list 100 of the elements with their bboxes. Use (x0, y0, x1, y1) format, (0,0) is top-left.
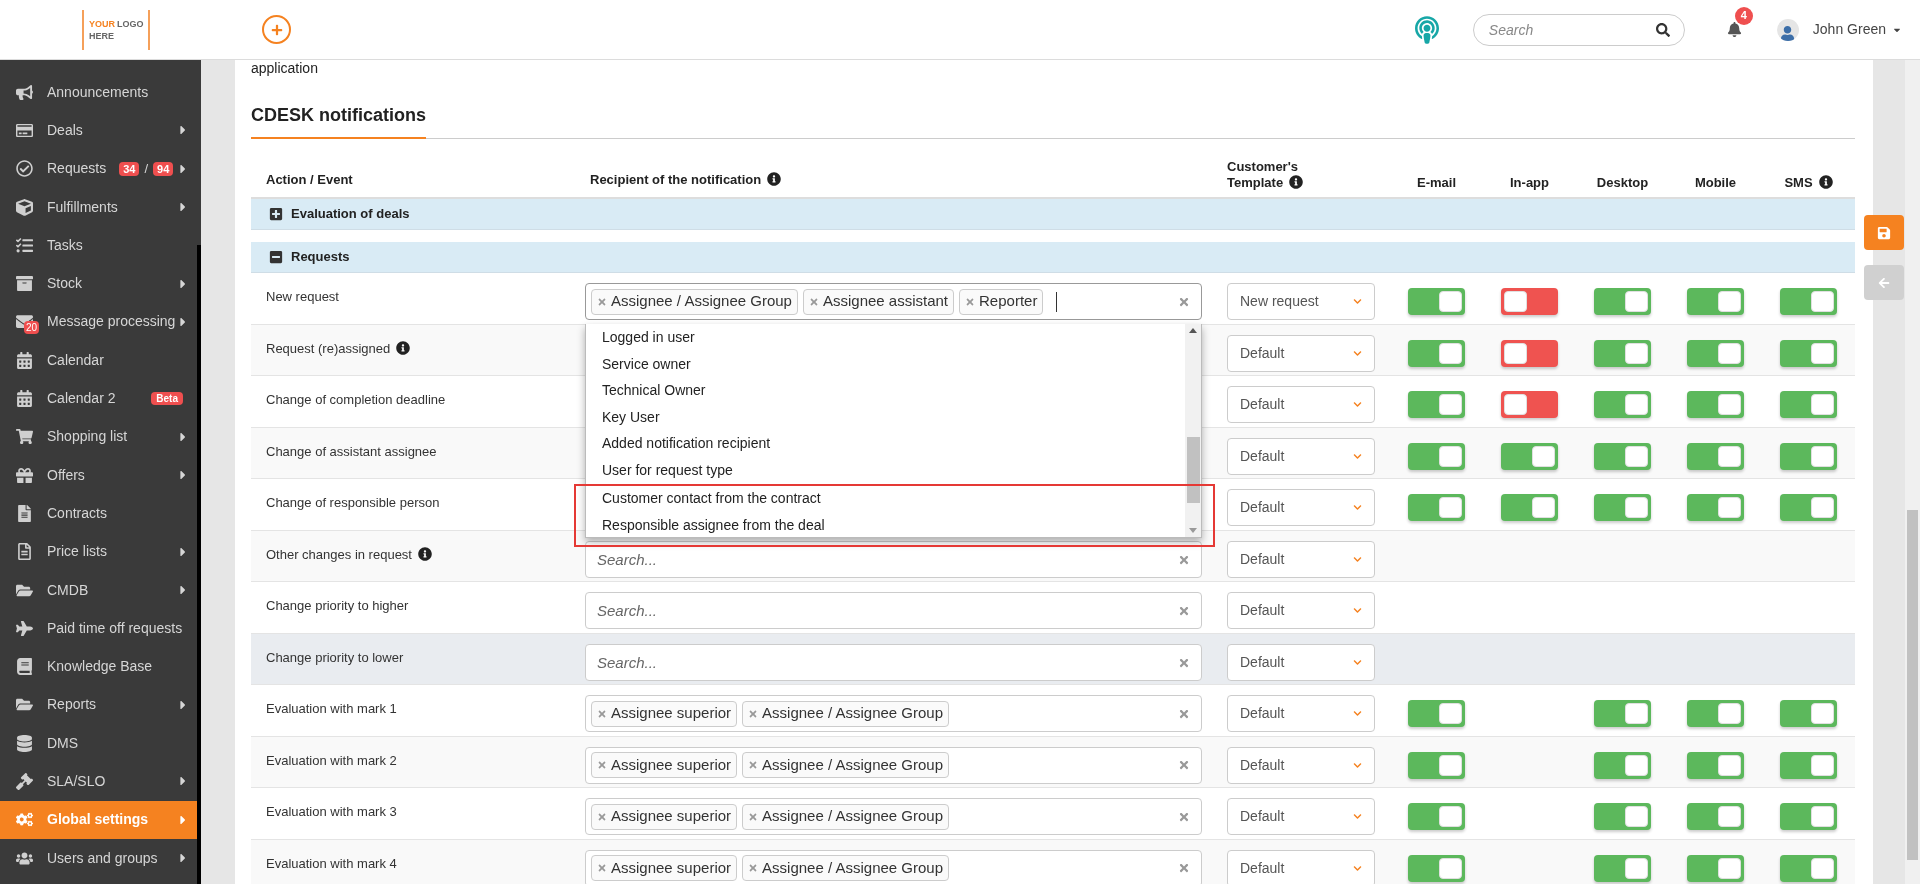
toggle-switch[interactable] (1780, 803, 1837, 830)
toggle-switch[interactable] (1594, 803, 1651, 830)
toggle-switch[interactable] (1501, 391, 1558, 418)
dropdown-option[interactable]: Responsible assignee from the deal (586, 512, 1185, 539)
info-icon[interactable] (418, 546, 432, 561)
toggle-switch[interactable] (1501, 288, 1558, 315)
clear-icon[interactable] (1178, 707, 1190, 720)
toggle-switch[interactable] (1408, 854, 1465, 882)
recipient-tag[interactable]: Assignee superior (591, 752, 738, 778)
dropdown-option[interactable]: Service owner (586, 351, 1185, 378)
toggle-switch[interactable] (1780, 494, 1837, 521)
sidebar-item[interactable]: Calendar 2 Beta (0, 379, 197, 418)
info-icon[interactable] (767, 172, 782, 186)
sidebar-item[interactable]: DMS (0, 724, 197, 763)
remove-icon[interactable] (597, 708, 607, 719)
remove-icon[interactable] (748, 760, 759, 770)
template-select[interactable]: New request (1227, 283, 1375, 320)
template-select[interactable]: Default (1227, 540, 1375, 578)
recipient-field[interactable]: Search... (585, 592, 1202, 629)
toggle-switch[interactable] (1780, 854, 1837, 882)
remove-icon[interactable] (597, 811, 607, 822)
sidebar-item[interactable]: Contracts (0, 494, 197, 533)
sidebar-item[interactable]: Deals (0, 111, 197, 150)
template-select[interactable]: Default (1227, 643, 1375, 681)
toggle-switch[interactable] (1780, 442, 1837, 470)
avatar[interactable] (1776, 18, 1799, 41)
recipient-tag[interactable]: Assignee assistant (802, 288, 955, 315)
sidebar-item[interactable]: Users and groups (0, 838, 197, 878)
scroll-down-icon[interactable] (1189, 527, 1197, 533)
collapse-icon[interactable] (269, 250, 283, 264)
scroll-up-icon[interactable] (1189, 327, 1197, 333)
search-field[interactable]: Search (1472, 13, 1685, 46)
sidebar-item[interactable]: Requests 34 / 94 (0, 149, 197, 188)
sidebar-item[interactable]: Tasks (0, 226, 197, 265)
toggle-switch[interactable] (1594, 288, 1651, 315)
toggle-switch[interactable] (1687, 288, 1744, 315)
recipient-tag[interactable]: Assignee / Assignee Group (591, 288, 798, 315)
sidebar-item[interactable]: Knowledge Base (0, 647, 197, 686)
toggle-switch[interactable] (1408, 391, 1465, 418)
clear-icon[interactable] (1178, 862, 1190, 874)
recipient-field[interactable]: Search... (585, 540, 1202, 578)
template-select[interactable]: Default (1227, 386, 1375, 423)
toggle-switch[interactable] (1408, 751, 1465, 779)
clear-icon[interactable] (1178, 759, 1190, 771)
toggle-switch[interactable] (1780, 751, 1837, 779)
template-select[interactable]: Default (1227, 798, 1375, 835)
save-button[interactable] (1864, 215, 1904, 250)
group-header[interactable]: Evaluation of deals (251, 199, 1855, 230)
toggle-switch[interactable] (1408, 700, 1465, 727)
toggle-switch[interactable] (1594, 339, 1651, 367)
toggle-switch[interactable] (1687, 700, 1744, 727)
sidebar-item[interactable]: CMDB (0, 570, 197, 610)
toggle-switch[interactable] (1594, 391, 1651, 418)
template-select[interactable]: Default (1227, 592, 1375, 629)
dropdown-option[interactable]: Logged in user (586, 324, 1185, 351)
toggle-switch[interactable] (1780, 288, 1837, 315)
remove-icon[interactable] (597, 863, 607, 873)
sidebar-item[interactable]: Price lists (0, 532, 197, 571)
template-select[interactable]: Default (1227, 695, 1375, 732)
toggle-switch[interactable] (1687, 339, 1744, 367)
sidebar-item[interactable]: Stock (0, 264, 197, 303)
sidebar-item[interactable]: Fulfillments (0, 187, 197, 227)
dropdown-option[interactable]: Customer contact from the contract (586, 485, 1185, 512)
toggle-switch[interactable] (1594, 854, 1651, 882)
remove-icon[interactable] (965, 296, 976, 307)
recipient-tag[interactable]: Reporter (959, 288, 1044, 315)
sidebar-item[interactable]: 20 Message processing (0, 302, 197, 342)
toggle-switch[interactable] (1594, 442, 1651, 470)
toggle-switch[interactable] (1501, 494, 1558, 521)
recipient-field[interactable]: Search... (585, 643, 1202, 681)
search-icon[interactable] (1655, 22, 1670, 37)
clear-icon[interactable] (1178, 810, 1190, 823)
info-icon[interactable] (396, 340, 411, 355)
recipient-tag[interactable]: Assignee / Assignee Group (742, 752, 950, 778)
toggle-switch[interactable] (1594, 494, 1651, 521)
back-button[interactable] (1864, 265, 1904, 300)
dropdown-option[interactable]: Key User (586, 404, 1185, 431)
toggle-switch[interactable] (1687, 391, 1744, 418)
user-menu[interactable]: John Green (1812, 19, 1902, 40)
sidebar-item[interactable]: Reports (0, 685, 197, 725)
add-button[interactable] (262, 15, 291, 44)
sidebar-item[interactable]: Shopping list (0, 417, 197, 456)
recipient-field[interactable]: Assignee superior Assignee / Assignee Group (585, 849, 1202, 884)
toggle-switch[interactable] (1594, 700, 1651, 727)
toggle-switch[interactable] (1408, 339, 1465, 367)
toggle-switch[interactable] (1501, 339, 1558, 367)
toggle-switch[interactable] (1687, 751, 1744, 779)
logo[interactable]: YOUR LOGO HERE (82, 9, 150, 50)
recipient-field[interactable]: Assignee / Assignee Group Assignee assistant Reporter (585, 283, 1202, 320)
toggle-switch[interactable] (1780, 391, 1837, 418)
toggle-switch[interactable] (1408, 442, 1465, 470)
dropdown-option[interactable]: Added notification recipient (586, 430, 1185, 457)
recipient-tag[interactable]: Assignee / Assignee Group (742, 700, 950, 727)
recipient-tag[interactable]: Assignee superior (591, 803, 738, 830)
info-icon[interactable] (1818, 175, 1833, 189)
toggle-switch[interactable] (1687, 494, 1744, 521)
dropdown-option[interactable]: Technical Owner (586, 377, 1185, 404)
remove-icon[interactable] (808, 296, 819, 307)
remove-icon[interactable] (748, 708, 759, 719)
remove-icon[interactable] (597, 760, 607, 770)
